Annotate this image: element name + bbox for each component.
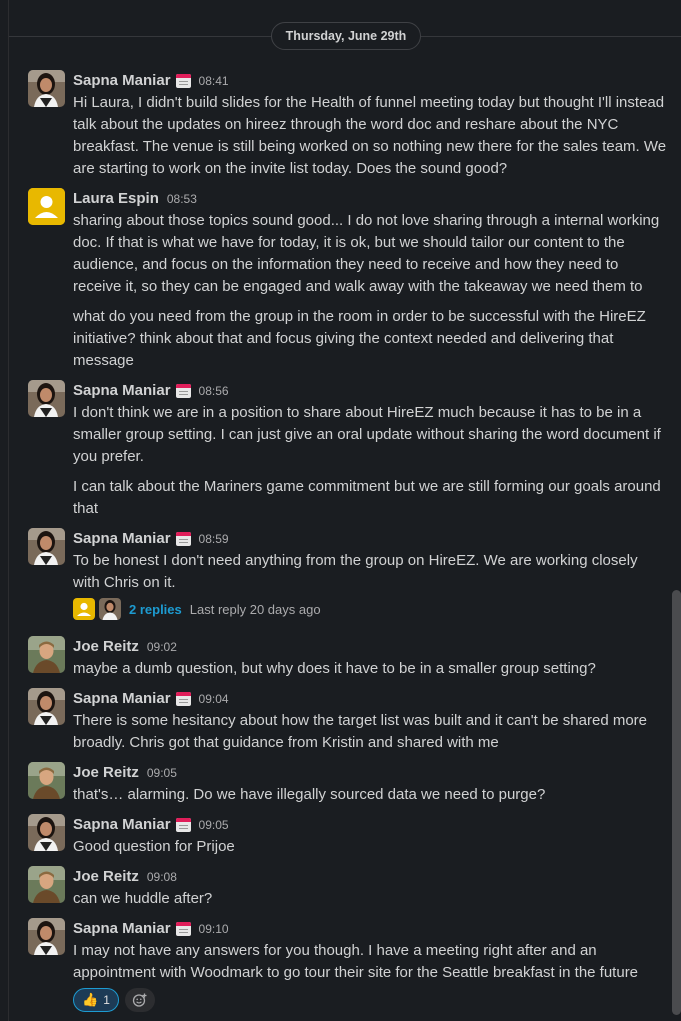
timestamp[interactable]: 09:05 [147, 762, 177, 784]
last-reply-time: Last reply 20 days ago [189, 601, 321, 617]
author-name[interactable]: Sapna Maniar [73, 918, 171, 940]
reply-count-link[interactable]: 2 replies [129, 602, 182, 617]
timestamp[interactable]: 08:56 [199, 380, 229, 402]
sapna-avatar-image [28, 70, 65, 107]
timestamp[interactable]: 08:59 [199, 528, 229, 550]
message[interactable]: Sapna Maniar 09:05 Good question for Pri… [28, 814, 667, 858]
reply-avatar [73, 598, 95, 620]
timestamp[interactable]: 08:53 [167, 188, 197, 210]
sapna-avatar-image [28, 918, 65, 955]
message-text: There is some hesitancy about how the ta… [73, 712, 647, 751]
default-user-icon [28, 188, 65, 225]
joe-avatar-image [28, 636, 65, 673]
message[interactable]: Sapna Maniar 09:04 There is some hesitan… [28, 688, 667, 754]
message-text: To be honest I don't need anything from … [73, 552, 638, 591]
add-reaction-button[interactable] [124, 988, 155, 1012]
message[interactable]: Sapna Maniar 08:59 To be honest I don't … [28, 528, 667, 622]
avatar[interactable] [28, 528, 65, 565]
avatar[interactable] [28, 918, 65, 955]
default-user-icon [73, 598, 95, 620]
author-name[interactable]: Sapna Maniar [73, 528, 171, 550]
scrollbar-thumb[interactable] [672, 590, 681, 1015]
calendar-status-icon[interactable] [175, 922, 191, 936]
author-name[interactable]: Sapna Maniar [73, 814, 171, 836]
thumbs-up-reaction[interactable]: 👍 1 [73, 988, 119, 1012]
sapna-avatar-image [99, 598, 121, 620]
timestamp[interactable]: 09:08 [147, 866, 177, 888]
timestamp[interactable]: 09:10 [199, 918, 229, 940]
author-name[interactable]: Laura Espin [73, 188, 159, 210]
avatar[interactable] [28, 636, 65, 673]
message-text: I can talk about the Mariners game commi… [73, 478, 661, 517]
message[interactable]: Sapna Maniar 09:10 I may not have any an… [28, 918, 667, 1012]
calendar-status-icon[interactable] [175, 74, 191, 88]
timestamp[interactable]: 09:02 [147, 636, 177, 658]
joe-avatar-image [28, 762, 65, 799]
message[interactable]: Sapna Maniar 08:56 I don't think we are … [28, 380, 667, 520]
sapna-avatar-image [28, 688, 65, 725]
date-divider[interactable]: Thursday, June 29th [271, 22, 421, 50]
calendar-status-icon[interactable] [175, 818, 191, 832]
message-text: that's… alarming. Do we have illegally s… [73, 786, 546, 803]
reply-avatar [99, 598, 121, 620]
message-text: sharing about those topics sound good...… [73, 212, 660, 295]
timestamp[interactable]: 09:04 [199, 688, 229, 710]
reaction-count: 1 [103, 993, 110, 1007]
avatar[interactable] [28, 866, 65, 903]
sidebar-edge [0, 0, 9, 1021]
avatar[interactable] [28, 70, 65, 107]
author-name[interactable]: Sapna Maniar [73, 70, 171, 92]
calendar-status-icon[interactable] [175, 692, 191, 706]
message-text: what do you need from the group in the r… [73, 308, 646, 369]
message-text: maybe a dumb question, but why does it h… [73, 660, 596, 677]
author-name[interactable]: Sapna Maniar [73, 688, 171, 710]
message[interactable]: Joe Reitz 09:02 maybe a dumb question, b… [28, 636, 667, 680]
reactions-bar: 👍 1 [73, 988, 667, 1012]
author-name[interactable]: Sapna Maniar [73, 380, 171, 402]
sapna-avatar-image [28, 814, 65, 851]
sapna-avatar-image [28, 380, 65, 417]
avatar[interactable] [28, 188, 65, 225]
message[interactable]: Joe Reitz 09:05 that's… alarming. Do we … [28, 762, 667, 806]
message-text: can we huddle after? [73, 890, 213, 907]
sapna-avatar-image [28, 528, 65, 565]
message-text: I may not have any answers for you thoug… [73, 942, 639, 981]
message[interactable]: Sapna Maniar 08:41 Hi Laura, I didn't bu… [28, 70, 667, 180]
timestamp[interactable]: 09:05 [199, 814, 229, 836]
calendar-status-icon[interactable] [175, 384, 191, 398]
calendar-status-icon[interactable] [175, 532, 191, 546]
message-text: Hi Laura, I didn't build slides for the … [73, 94, 667, 177]
thread-replies[interactable]: 2 replies Last reply 20 days ago [73, 596, 667, 622]
timestamp[interactable]: 08:41 [199, 70, 229, 92]
message[interactable]: Joe Reitz 09:08 can we huddle after? [28, 866, 667, 910]
avatar[interactable] [28, 380, 65, 417]
joe-avatar-image [28, 866, 65, 903]
author-name[interactable]: Joe Reitz [73, 866, 139, 888]
thumbs-up-icon: 👍 [82, 992, 99, 1007]
avatar[interactable] [28, 762, 65, 799]
message-text: I don't think we are in a position to sh… [73, 404, 661, 465]
author-name[interactable]: Joe Reitz [73, 636, 139, 658]
message[interactable]: Laura Espin 08:53 sharing about those to… [28, 188, 667, 372]
message-text: Good question for Prijoe [73, 838, 235, 855]
avatar[interactable] [28, 688, 65, 725]
add-emoji-icon [132, 993, 147, 1007]
author-name[interactable]: Joe Reitz [73, 762, 139, 784]
avatar[interactable] [28, 814, 65, 851]
